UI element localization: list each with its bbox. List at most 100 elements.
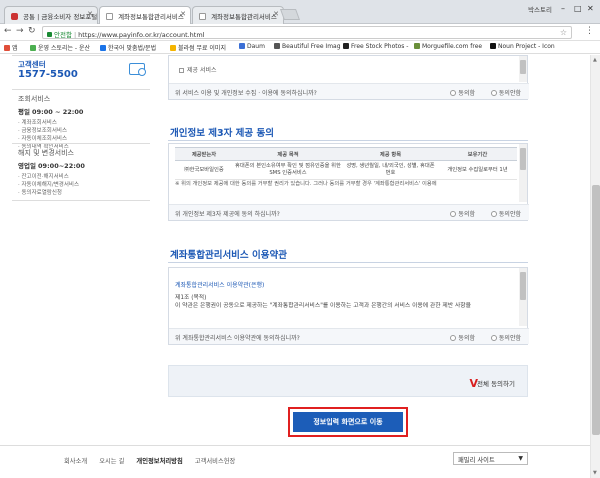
radio-icon [490, 90, 497, 96]
bookmark-item[interactable]: Noun Project - Icon [490, 43, 555, 50]
column-header: 제공 목적 [233, 147, 343, 161]
terms-title: 계좌통합관리서비스 이용약관 [170, 250, 287, 261]
service-agree-radio[interactable]: 동의함 [450, 88, 475, 97]
checkbox-icon [179, 68, 184, 73]
browser-menu-icon[interactable]: ⋮ [585, 26, 594, 36]
browser-titlebar: 공통 | 금융소비자 정보포털 ✕ 계좌정보통합관리서비스 ✕ 계좌정보통합관리… [0, 0, 600, 25]
terms-article: 제1조 (목적) [175, 295, 207, 301]
tab-title: 계좌정보통합관리서비스 [118, 13, 184, 21]
third-party-title: 개인정보 제3자 제공 동의 [170, 128, 274, 139]
column-header: 보유기간 [438, 147, 517, 161]
footer-link-location[interactable]: 오시는 길 [99, 458, 124, 465]
tab-account-service-active[interactable]: 계좌정보통합관리서비스 ✕ [99, 6, 191, 25]
radio-icon [450, 211, 457, 217]
scroll-down-icon[interactable]: ▼ [593, 470, 597, 476]
bookmark-item[interactable]: Free Stock Photos - [343, 43, 408, 50]
call-center-icon [129, 63, 146, 76]
third-party-panel: 제공받는자 제공 목적 제공 항목 보유기간 ㈜한국모바일인증 휴대폰의 본인소… [168, 143, 529, 221]
service-disagree-radio[interactable]: 동의안함 [490, 88, 521, 97]
footer-link-charter[interactable]: 고객서비스헌장 [195, 458, 236, 465]
bookmark-apps[interactable]: 앱 [4, 43, 18, 52]
terms-heading: 계좌통합관리서비스 이용약관(은행) [175, 282, 265, 289]
list-item: · 계좌조회서비스 [18, 120, 57, 126]
site-favicon-icon [11, 13, 18, 20]
third-party-disagree-radio[interactable]: 동의안함 [490, 209, 521, 218]
tab-account-service[interactable]: 계좌정보통합관리서비스 ✕ [192, 6, 284, 24]
bookmark-item[interactable]: Beautiful Free Imag [274, 43, 341, 50]
terms-disagree-radio[interactable]: 동의안함 [490, 333, 521, 342]
third-party-agree-question: 위 개인정보 제3자 제공에 동의 하십니까? [175, 211, 280, 218]
change-service-hours-text: 영업일 09:00~22:00 [18, 162, 85, 170]
bookmark-item[interactable]: 블라썸 무료 이미지 [170, 43, 226, 52]
inner-scrollbar[interactable] [519, 144, 527, 202]
terms-article-text: 이 약관은 은행권이 공동으로 제공하는 "계좌통합관리서비스"를 이용하는 고… [175, 303, 471, 309]
radio-icon [490, 211, 497, 217]
change-service-hours: 해지 및 변경서비스 영업일 09:00~22:00 · 잔고이전·해지서비스 … [12, 143, 150, 201]
chevron-down-icon: ▼ [518, 455, 523, 462]
tab-finance-portal[interactable]: 공통 | 금융소비자 정보포털 ✕ [4, 6, 98, 24]
column-header: 제공 항목 [343, 147, 438, 161]
terms-agree-question: 위 계좌통합관리서비스 이용약관에 동의하십니까? [175, 335, 300, 342]
bookmark-favicon-icon [490, 43, 496, 49]
bookmark-favicon-icon [239, 43, 245, 49]
scroll-thumb[interactable] [592, 185, 600, 435]
reload-icon[interactable]: ↻ [28, 26, 36, 36]
submit-highlight: 정보입력 화면으로 이동 [288, 407, 408, 437]
inner-scrollbar[interactable] [519, 268, 527, 326]
list-item: · 잔고이전·해지서비스 [18, 174, 69, 180]
third-party-agree-radio[interactable]: 동의함 [450, 209, 475, 218]
service-agree-question: 위 서비스 이용 및 개인정보 수집 · 이용에 동의하십니까? [175, 90, 317, 97]
third-party-table: 제공받는자 제공 목적 제공 항목 보유기간 ㈜한국모바일인증 휴대폰의 본인소… [175, 147, 517, 180]
close-window-icon[interactable]: ✕ [587, 4, 594, 13]
page-favicon-icon [199, 13, 206, 20]
footer-link-privacy[interactable]: 개인정보처리방침 [136, 458, 182, 465]
scroll-up-icon[interactable]: ▲ [593, 57, 597, 63]
list-item: · 자동이체해지/변경서비스 [18, 182, 80, 188]
customer-center-phone: 1577-5500 [18, 69, 78, 80]
apps-grid-icon [4, 45, 10, 51]
browser-toolbar: ← → ↻ 안전함 | https://www.payinfo.or.kr/acco… [0, 24, 600, 41]
maximize-icon[interactable]: □ [574, 4, 582, 13]
address-bar[interactable]: 안전함 | https://www.payinfo.or.kr/account.ht… [42, 26, 572, 39]
back-icon[interactable]: ← [4, 26, 12, 36]
profile-name[interactable]: 박스토리 [528, 4, 552, 14]
tab-title: 계좌정보통합관리서비스 [211, 13, 277, 21]
url-text: https://www.payinfo.or.kr/account.html [78, 31, 205, 39]
terms-text: 계좌통합관리서비스 이용약관(은행) 제1조 (목적) 이 약관은 은행권이 공… [175, 282, 517, 310]
minimize-icon[interactable]: – [561, 4, 565, 13]
bookmark-favicon-icon [343, 43, 349, 49]
list-item: · 금융정보조회서비스 [18, 128, 68, 134]
bookmark-item[interactable]: 한국어 맞춤법/문법 [100, 43, 156, 52]
footer-link-about[interactable]: 회사소개 [64, 458, 87, 465]
column-header: 제공받는자 [175, 147, 233, 161]
service-consent-panel: 제공 서비스 위 서비스 이용 및 개인정보 수집 · 이용에 동의하십니까? … [168, 55, 529, 100]
page-content: 고객센터 1577-5500 조회서비스 평일 09:00 ~ 22:00 · … [0, 55, 590, 478]
bookmark-star-icon[interactable]: ☆ [560, 28, 567, 37]
third-party-agree-row: 위 개인정보 제3자 제공에 동의 하십니까? 동의함 동의안함 [169, 204, 529, 220]
terms-agree-row: 위 계좌통합관리서비스 이용약관에 동의하십니까? 동의함 동의안함 [169, 328, 529, 344]
forward-icon[interactable]: → [16, 26, 24, 36]
family-site-select[interactable]: 패밀리 사이트 ▼ [453, 452, 528, 465]
tab-title: 공통 | 금융소비자 정보포털 [23, 13, 98, 21]
change-service-title: 해지 및 변경서비스 [18, 149, 74, 157]
bookmark-item[interactable]: Morguefile.com free [414, 43, 482, 50]
inquiry-service-hours: 조회서비스 평일 09:00 ~ 22:00 · 계좌조회서비스 · 금융정보조… [12, 89, 150, 150]
terms-agree-radio[interactable]: 동의함 [450, 333, 475, 342]
all-agree-box: V전체 동의하기 [168, 365, 528, 397]
tab-close-icon[interactable]: ✕ [180, 10, 186, 18]
service-check-item[interactable]: 제공 서비스 [179, 65, 217, 74]
tab-close-icon[interactable]: ✕ [273, 10, 279, 18]
radio-icon [450, 335, 457, 341]
inner-scrollbar[interactable] [519, 56, 527, 82]
all-agree-checkbox[interactable]: V전체 동의하기 [470, 377, 515, 390]
go-to-input-button[interactable]: 정보입력 화면으로 이동 [293, 412, 403, 432]
list-item: · 동의자료열람신청 [18, 190, 62, 196]
list-item: · 자동이체조회서비스 [18, 136, 68, 142]
bookmark-favicon-icon [30, 45, 36, 51]
bookmark-item[interactable]: 운영 스토리는 - 운산 [30, 43, 90, 52]
bookmark-item[interactable]: Daum [239, 43, 265, 50]
new-tab-button[interactable] [279, 9, 301, 20]
tab-close-icon[interactable]: ✕ [87, 10, 93, 18]
page-scrollbar[interactable]: ▲ ▼ [590, 55, 600, 478]
inquiry-service-hours-text: 평일 09:00 ~ 22:00 [18, 108, 84, 116]
